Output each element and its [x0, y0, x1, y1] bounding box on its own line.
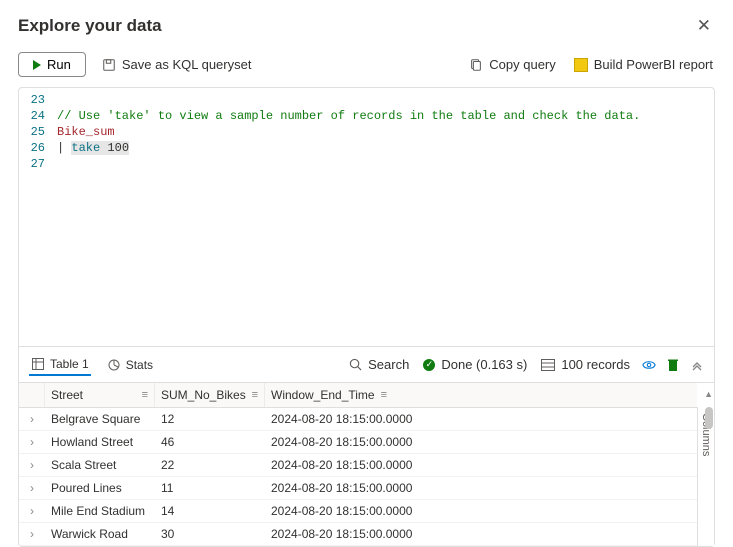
- columns-panel-toggle[interactable]: ▲ Columns: [697, 407, 714, 546]
- cell-sum: 46: [155, 431, 265, 453]
- powerbi-icon: [574, 58, 588, 72]
- table-icon: [31, 357, 45, 371]
- grid-body: ›Belgrave Square122024-08-20 18:15:00.00…: [19, 408, 697, 546]
- col-header-ts[interactable]: Window_End_Time ≡: [265, 383, 697, 407]
- cell-sum: 30: [155, 523, 265, 545]
- col-header-street[interactable]: Street ≡: [45, 383, 155, 407]
- expand-header: [19, 383, 45, 407]
- column-menu-icon[interactable]: ≡: [142, 389, 148, 401]
- tab-stats-label: Stats: [126, 358, 153, 372]
- save-label: Save as KQL queryset: [122, 57, 252, 72]
- column-menu-icon[interactable]: ≡: [381, 389, 387, 401]
- cell-street: Poured Lines: [45, 477, 155, 499]
- eye-icon[interactable]: [642, 358, 656, 372]
- cell-sum: 11: [155, 477, 265, 499]
- tab-table[interactable]: Table 1: [29, 354, 91, 376]
- grid-header: Street ≡ SUM_No_Bikes ≡ Window_End_Time …: [19, 383, 697, 408]
- expand-row-icon[interactable]: ›: [19, 431, 45, 453]
- records-icon: [541, 358, 555, 372]
- expand-row-icon[interactable]: ›: [19, 408, 45, 430]
- cell-sum: 22: [155, 454, 265, 476]
- powerbi-button[interactable]: Build PowerBI report: [572, 53, 715, 76]
- powerbi-label: Build PowerBI report: [594, 57, 713, 72]
- expand-row-icon[interactable]: ›: [19, 500, 45, 522]
- table-row[interactable]: ›Warwick Road302024-08-20 18:15:00.0000: [19, 523, 697, 546]
- col-label: Street: [51, 388, 83, 402]
- table-row[interactable]: ›Scala Street222024-08-20 18:15:00.0000: [19, 454, 697, 477]
- cell-street: Mile End Stadium: [45, 500, 155, 522]
- cell-ts: 2024-08-20 18:15:00.0000: [265, 454, 697, 476]
- scroll-up-icon[interactable]: ▲: [704, 389, 713, 399]
- copy-icon: [469, 58, 483, 72]
- status-records: 100 records: [539, 353, 632, 376]
- scrollbar-thumb[interactable]: [705, 407, 713, 429]
- search-icon: [348, 358, 362, 372]
- expand-row-icon[interactable]: ›: [19, 523, 45, 545]
- col-label: SUM_No_Bikes: [161, 388, 246, 402]
- table-row[interactable]: ›Belgrave Square122024-08-20 18:15:00.00…: [19, 408, 697, 431]
- trash-icon[interactable]: [666, 358, 680, 372]
- cell-ts: 2024-08-20 18:15:00.0000: [265, 431, 697, 453]
- status-done: ✓ Done (0.163 s): [421, 353, 529, 376]
- cell-street: Belgrave Square: [45, 408, 155, 430]
- cell-ts: 2024-08-20 18:15:00.0000: [265, 408, 697, 430]
- tab-stats[interactable]: Stats: [105, 355, 155, 375]
- cell-sum: 14: [155, 500, 265, 522]
- table-row[interactable]: ›Poured Lines112024-08-20 18:15:00.0000: [19, 477, 697, 500]
- cell-street: Scala Street: [45, 454, 155, 476]
- search-button[interactable]: Search: [346, 353, 411, 376]
- table-row[interactable]: ›Mile End Stadium142024-08-20 18:15:00.0…: [19, 500, 697, 523]
- expand-row-icon[interactable]: ›: [19, 454, 45, 476]
- copy-label: Copy query: [489, 57, 555, 72]
- play-icon: [33, 60, 41, 70]
- line-gutter: 2324252627: [19, 88, 51, 346]
- close-icon[interactable]: ✕: [693, 12, 715, 40]
- stats-icon: [107, 358, 121, 372]
- page-title: Explore your data: [18, 16, 162, 36]
- run-label: Run: [47, 57, 71, 72]
- check-icon: ✓: [423, 359, 435, 371]
- run-button[interactable]: Run: [18, 52, 86, 77]
- cell-sum: 12: [155, 408, 265, 430]
- copy-query-button[interactable]: Copy query: [467, 53, 557, 76]
- cell-ts: 2024-08-20 18:15:00.0000: [265, 500, 697, 522]
- status-done-label: Done (0.163 s): [441, 357, 527, 372]
- cell-street: Warwick Road: [45, 523, 155, 545]
- tab-table-label: Table 1: [50, 357, 89, 371]
- cell-street: Howland Street: [45, 431, 155, 453]
- results-grid: Street ≡ SUM_No_Bikes ≡ Window_End_Time …: [19, 383, 697, 546]
- col-header-sum[interactable]: SUM_No_Bikes ≡: [155, 383, 265, 407]
- cell-ts: 2024-08-20 18:15:00.0000: [265, 477, 697, 499]
- code-editor[interactable]: 2324252627 // Use 'take' to view a sampl…: [18, 87, 715, 347]
- col-label: Window_End_Time: [271, 388, 375, 402]
- collapse-icon[interactable]: [690, 358, 704, 372]
- search-label: Search: [368, 357, 409, 372]
- save-icon: [102, 58, 116, 72]
- expand-row-icon[interactable]: ›: [19, 477, 45, 499]
- status-records-label: 100 records: [561, 357, 630, 372]
- column-menu-icon[interactable]: ≡: [252, 389, 258, 401]
- code-lines[interactable]: // Use 'take' to view a sample number of…: [51, 88, 646, 346]
- cell-ts: 2024-08-20 18:15:00.0000: [265, 523, 697, 545]
- save-queryset-button[interactable]: Save as KQL queryset: [100, 53, 254, 76]
- table-row[interactable]: ›Howland Street462024-08-20 18:15:00.000…: [19, 431, 697, 454]
